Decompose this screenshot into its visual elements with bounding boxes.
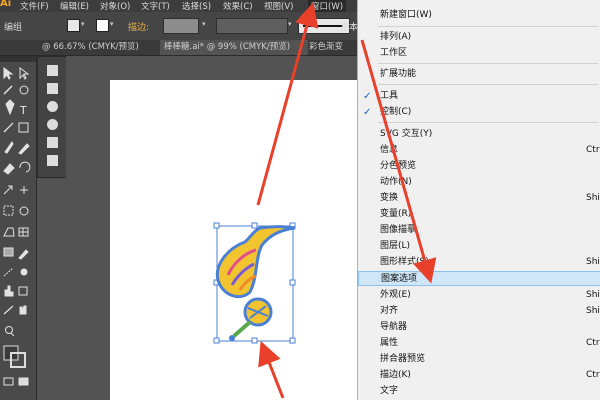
menu-edit[interactable]: 编辑(E) [60, 0, 89, 12]
chevron-down-icon[interactable]: ▾ [202, 20, 206, 28]
swatches-panel-icon[interactable] [47, 83, 58, 94]
type-icon: T [19, 104, 27, 117]
lasso-icon [19, 85, 29, 95]
color-panel-icon[interactable] [47, 65, 58, 76]
fill-swatch-icon[interactable] [67, 19, 80, 32]
swirl-shape [215, 225, 296, 299]
menu-item-image-trace[interactable]: 图像描摹 [358, 223, 600, 238]
menu-item-actions[interactable]: 动作(N) [358, 175, 600, 190]
menu-item-separations-preview[interactable]: 分色预览 [358, 159, 600, 174]
collapsed-panels-strip [37, 56, 67, 178]
stroke-weight-field[interactable] [163, 18, 199, 34]
tools-panel: T [0, 56, 37, 400]
slice-icon [3, 305, 14, 315]
layers-panel-icon[interactable] [47, 155, 58, 166]
menu-item-align[interactable]: 对齐Shift [358, 304, 600, 319]
selection-type-label: 编组 [4, 23, 23, 33]
tab-document-3[interactable]: 彩色渐变 [305, 40, 361, 55]
menu-separator [378, 26, 598, 27]
menu-item-control[interactable]: ✓ 控制(C) [358, 105, 600, 120]
menu-object[interactable]: 对象(O) [100, 0, 130, 12]
eraser-icon [3, 163, 15, 175]
gradient-icon [3, 247, 14, 257]
artwork [213, 222, 296, 344]
width-icon [20, 186, 28, 194]
symbol-sprayer-icon [20, 268, 28, 276]
menu-window[interactable]: 窗口(W) [308, 0, 347, 12]
stroke-panel-icon[interactable] [47, 137, 58, 148]
direct-selection-icon [19, 67, 30, 80]
shape-builder-icon [19, 206, 29, 216]
blend-icon [3, 267, 14, 277]
stroke-swatch-icon[interactable] [96, 19, 109, 32]
tab-document-2[interactable]: 棒棒糖.ai* @ 99% (CMYK/预览) [160, 40, 308, 55]
artboard[interactable] [110, 80, 360, 400]
checkmark-icon: ✓ [363, 91, 372, 102]
menu-item-new-window[interactable]: 新建窗口(W) [358, 8, 600, 23]
chevron-down-icon[interactable]: ▾ [110, 20, 114, 28]
menu-item-workspace[interactable]: 工作区 [358, 46, 600, 61]
menu-item-attributes[interactable]: 属性Ctrl+ [358, 336, 600, 351]
menu-file[interactable]: 文件(F) [20, 0, 49, 12]
free-transform-icon [3, 205, 14, 216]
menu-item-stroke[interactable]: 描边(K)Ctrl+ [358, 368, 600, 383]
stroke-line-preview [303, 25, 343, 27]
menu-item-flattener-preview[interactable]: 拼合器预览 [358, 352, 600, 367]
menu-separator [378, 122, 598, 123]
menu-view[interactable]: 视图(V) [264, 0, 293, 12]
menu-item-svg-interactivity[interactable]: SVG 交互(Y) [358, 127, 600, 142]
menu-item-extensions[interactable]: 扩展功能 [358, 67, 600, 82]
chevron-down-icon[interactable]: ▾ [81, 20, 85, 28]
stroke-label: 描边: [128, 23, 150, 33]
menu-item-graphic-styles[interactable]: 图形样式(S)Shift [358, 255, 600, 270]
magic-wand-icon [3, 85, 13, 95]
screen-mode-icon [3, 377, 14, 386]
menu-item-transform[interactable]: 变换Shift [358, 191, 600, 206]
menu-item-navigator[interactable]: 导航器 [358, 320, 600, 335]
menu-item-arrange[interactable]: 排列(A) [358, 30, 600, 45]
paintbrush-icon [4, 141, 14, 154]
tab-document-1[interactable]: @ 66.67% (CMYK/预览) [38, 40, 160, 55]
selection-tool-icon [3, 67, 14, 80]
menu-item-pattern-options[interactable]: 图案选项 [358, 271, 600, 286]
artboard-icon [18, 286, 28, 296]
zoom-icon [5, 326, 13, 334]
menu-item-layers[interactable]: 图层(L) [358, 239, 600, 254]
menu-item-info[interactable]: 信息Ctrl [358, 143, 600, 158]
mesh-icon [18, 227, 29, 237]
line-icon [3, 122, 14, 133]
menu-item-tools[interactable]: ✓ 工具 [358, 89, 600, 104]
menu-separator [378, 84, 598, 85]
menu-type[interactable]: 文字(T) [141, 0, 170, 12]
window-menu-dropdown: 新建窗口(W) 排列(A) 工作区 扩展功能 ✓ 工具 ✓ 控制(C) SVG 交互… [357, 0, 600, 400]
lollipop-stick [232, 320, 252, 338]
hand-icon [19, 305, 27, 315]
eyedropper-icon [18, 249, 29, 260]
chevron-down-icon[interactable]: ▾ [288, 20, 292, 28]
menu-select[interactable]: 选择(S) [182, 0, 211, 12]
graph-icon [4, 289, 8, 297]
scale-icon [3, 185, 13, 195]
pen-icon [5, 99, 15, 116]
app-logo: Ai [0, 0, 12, 9]
menu-separator [378, 63, 598, 64]
tool-icons: T [3, 67, 31, 386]
menu-item-variables[interactable]: 变量(R) [358, 207, 600, 222]
variable-width-field[interactable] [216, 18, 288, 34]
pencil-icon [18, 143, 30, 155]
rotate-icon [19, 161, 31, 173]
menu-item-appearance[interactable]: 外观(E)Shift [358, 288, 600, 303]
rectangle-icon [18, 122, 29, 133]
symbols-panel-icon[interactable] [47, 119, 58, 130]
menu-effect[interactable]: 效果(C) [223, 0, 253, 12]
menu-item-type[interactable]: 文字 [358, 384, 600, 399]
checkmark-icon: ✓ [363, 107, 372, 118]
brushes-panel-icon[interactable] [47, 101, 58, 112]
perspective-icon [3, 227, 15, 237]
brush-style-label: 基本 [340, 23, 359, 33]
